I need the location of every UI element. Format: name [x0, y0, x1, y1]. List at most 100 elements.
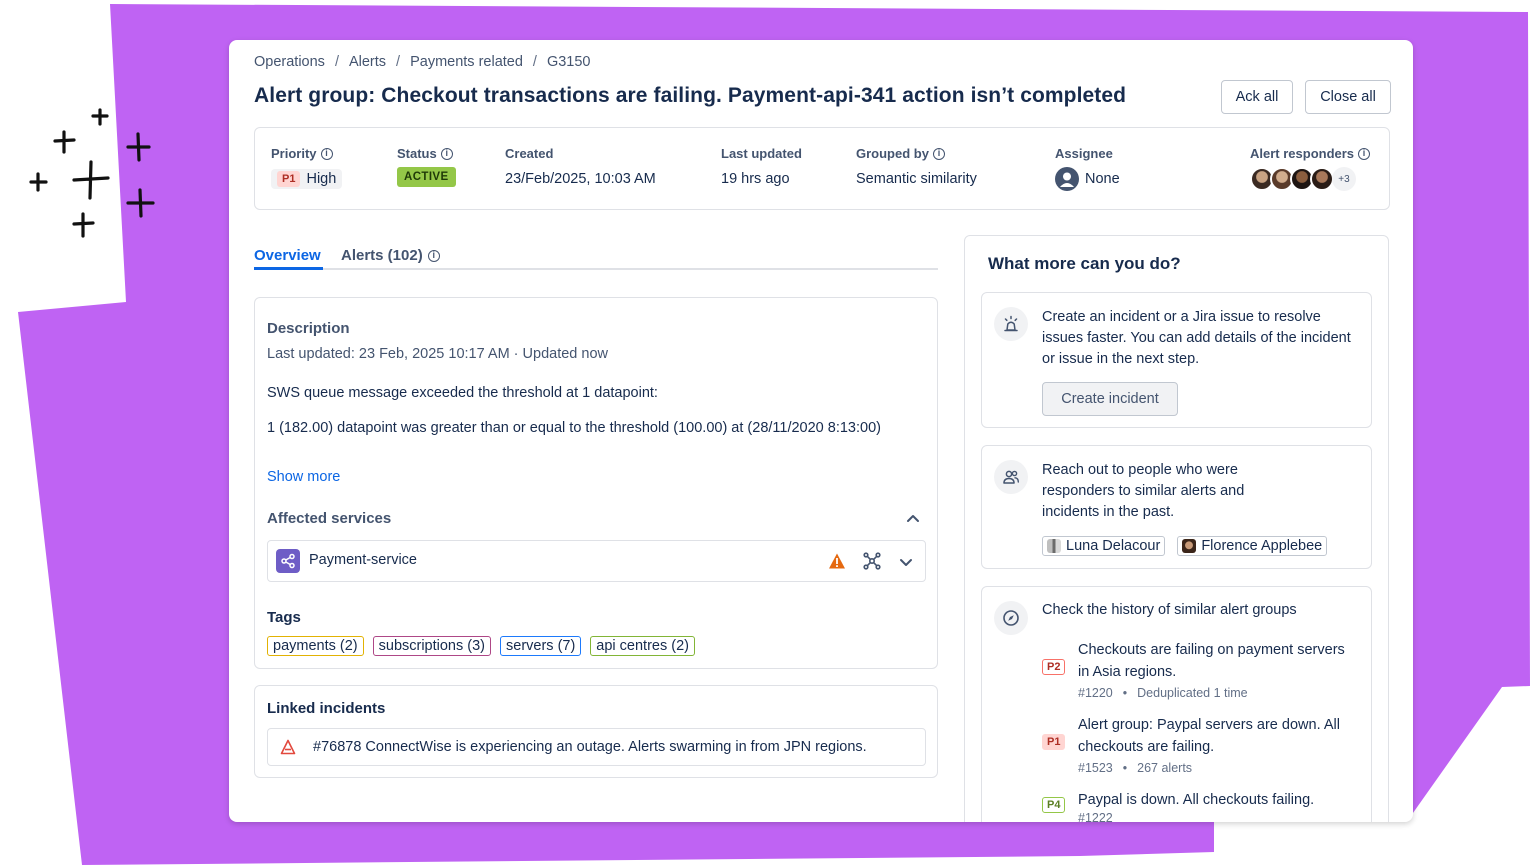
history-item-id: #1220 [1078, 686, 1113, 700]
dependency-map-icon[interactable] [863, 552, 881, 570]
status-field: Status i ACTIVE [397, 146, 456, 187]
assignee-field: Assignee None [1055, 146, 1120, 191]
affected-service-row[interactable]: Payment-service [267, 540, 926, 582]
avatar [1047, 539, 1061, 553]
created-value: 23/Feb/2025, 10:03 AM [505, 171, 656, 187]
assignee-selector[interactable]: None [1055, 167, 1120, 191]
person-name: Luna Delacour [1066, 538, 1161, 554]
history-item-title: Checkouts are failing on payment servers… [1078, 642, 1345, 680]
suggestions-panel: What more can you do? Create an incident… [964, 235, 1389, 822]
last-updated-label: Last updated [721, 146, 802, 161]
priority-field: Priority i P1 High [271, 146, 343, 189]
history-item-title: Alert group: Paypal servers are down. Al… [1078, 717, 1340, 755]
breadcrumb-payments-related[interactable]: Payments related [410, 54, 523, 70]
responders-avatars[interactable]: +3 [1250, 167, 1356, 191]
history-item[interactable]: P4 Paypal is down. All checkouts failing… [1042, 789, 1362, 822]
page-title: Alert group: Checkout transactions are f… [254, 84, 1127, 107]
warning-icon [829, 553, 845, 569]
person-chip-luna[interactable]: Luna Delacour [1042, 536, 1166, 556]
breadcrumb: Operations / Alerts / Payments related /… [254, 54, 591, 70]
tab-alerts-label: Alerts (102) [341, 247, 423, 264]
linked-incidents-heading: Linked incidents [267, 700, 386, 717]
created-field: Created 23/Feb/2025, 10:03 AM [505, 146, 656, 187]
incident-triangle-icon [280, 739, 296, 755]
compass-icon [994, 601, 1028, 635]
alert-group-card: Operations / Alerts / Payments related /… [229, 40, 1413, 822]
breadcrumb-separator: / [334, 54, 339, 70]
tag-api-centres[interactable]: api centres (2) [590, 636, 695, 656]
avatar [1182, 539, 1197, 553]
people-icon [994, 460, 1028, 494]
status-label: Status [397, 146, 437, 161]
info-icon[interactable]: i [320, 147, 333, 160]
tab-alerts[interactable]: Alerts (102) i [341, 243, 440, 268]
user-avatar-icon [1055, 167, 1079, 191]
grouped-by-value: Semantic similarity [856, 171, 977, 187]
responders-field: Alert responders i +3 [1250, 146, 1371, 191]
create-incident-button[interactable]: Create incident [1042, 382, 1178, 416]
breadcrumb-operations[interactable]: Operations [254, 54, 325, 70]
service-name: Payment-service [309, 552, 417, 568]
history-item-title: Paypal is down. All checkouts failing. [1078, 792, 1315, 808]
info-icon: i [427, 249, 440, 262]
service-share-icon [276, 549, 300, 573]
history-item[interactable]: P2 Checkouts are failing on payment serv… [1042, 639, 1362, 709]
breadcrumb-alerts[interactable]: Alerts [349, 54, 386, 70]
avatar[interactable] [1310, 167, 1334, 191]
info-icon[interactable]: i [1358, 147, 1371, 160]
priority-badge: P2 [1042, 659, 1066, 675]
close-all-button[interactable]: Close all [1305, 80, 1391, 114]
suggestions-title: What more can you do? [988, 254, 1181, 273]
status-badge[interactable]: ACTIVE [397, 167, 456, 187]
tag-payments[interactable]: payments (2) [267, 636, 364, 656]
last-updated-value: 19 hrs ago [721, 171, 790, 187]
description-updated: Last updated: 23 Feb, 2025 10:17 AM · Up… [267, 346, 608, 362]
reach-out-text: Reach out to people who were responders … [1042, 462, 1245, 520]
priority-badge: P1 [277, 171, 301, 187]
alarm-icon [994, 307, 1028, 341]
priority-badge: P1 [1042, 734, 1066, 750]
info-icon[interactable]: i [932, 147, 945, 160]
priority-selector[interactable]: P1 High [271, 169, 343, 189]
tab-overview[interactable]: Overview [254, 243, 321, 268]
history-item-id: #1523 [1078, 761, 1113, 775]
alert-meta-panel: Priority i P1 High Status i ACTIVE Created… [254, 127, 1390, 210]
create-incident-suggestion: Create an incident or a Jira issue to re… [981, 292, 1372, 428]
sparkles-decoration [29, 108, 155, 238]
description-card: Description Last updated: 23 Feb, 2025 1… [254, 297, 938, 669]
chevron-up-icon[interactable] [905, 510, 921, 526]
created-label: Created [505, 146, 554, 161]
priority-value: High [306, 171, 337, 187]
last-updated-field: Last updated 19 hrs ago [721, 146, 802, 187]
history-item[interactable]: P1 Alert group: Paypal servers are down.… [1042, 714, 1362, 784]
responders-more-count[interactable]: +3 [1332, 167, 1356, 191]
grouped-by-field: Grouped by i Semantic similarity [856, 146, 977, 187]
history-item-id: #1222 [1078, 811, 1113, 822]
history-item-detail: 267 alerts [1137, 761, 1193, 775]
assignee-label: Assignee [1055, 146, 1113, 161]
linked-incident-row[interactable]: #76878 ConnectWise is experiencing an ou… [267, 728, 926, 766]
tag-servers[interactable]: servers (7) [500, 636, 582, 656]
active-tab-indicator [254, 267, 323, 270]
priority-badge: P4 [1042, 797, 1066, 813]
suggested-people: Luna Delacour Florence Applebee [1042, 536, 1328, 556]
description-line-1: SWS queue message exceeded the threshold… [267, 385, 658, 401]
tag-subscriptions[interactable]: subscriptions (3) [372, 636, 491, 656]
responders-label: Alert responders [1250, 146, 1355, 161]
history-item-detail: Deduplicated 1 time [1137, 686, 1248, 700]
linked-incident-text: #76878 ConnectWise is experiencing an ou… [313, 739, 867, 755]
affected-services-heading: Affected services [267, 510, 392, 527]
breadcrumb-separator: / [532, 54, 537, 70]
chevron-down-icon[interactable] [898, 554, 914, 570]
assignee-value: None [1085, 171, 1120, 187]
info-icon[interactable]: i [440, 147, 453, 160]
show-more-link[interactable]: Show more [267, 469, 340, 485]
person-chip-florence[interactable]: Florence Applebee [1177, 536, 1328, 556]
tag-list: payments (2) subscriptions (3) servers (… [267, 636, 695, 656]
grouped-by-label: Grouped by [856, 146, 929, 161]
breadcrumb-separator: / [396, 54, 401, 70]
ack-all-button[interactable]: Ack all [1221, 80, 1293, 114]
breadcrumb-current[interactable]: G3150 [547, 54, 591, 70]
tags-heading: Tags [267, 609, 301, 626]
person-name: Florence Applebee [1201, 538, 1323, 554]
